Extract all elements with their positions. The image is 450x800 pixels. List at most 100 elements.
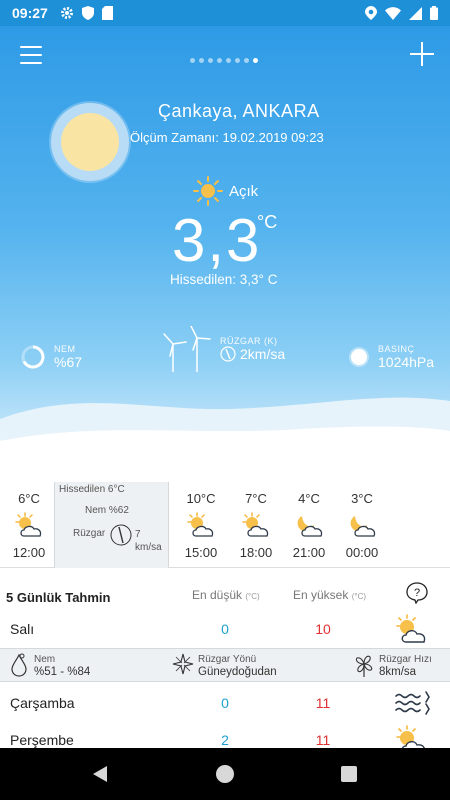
forecast-day: Salı [10,621,35,637]
help-icon[interactable]: ? [406,582,428,604]
forecast-row[interactable]: Salı 0 10 [0,612,450,646]
pinwheel-icon [355,655,373,677]
hourly-forecast[interactable]: 6°C 12:00 Hissedilen 6°C Nem %62 Rüzgar … [0,471,450,568]
hourly-temp: 3°C [351,491,373,506]
pressure-icon [349,347,369,367]
pressure-value: 1024hPa [378,354,435,370]
sun-icon [193,176,223,206]
hourly-wind-number: 7 [135,529,141,540]
hourly-detail-panel: Hissedilen 6°C Nem %62 Rüzgar 7 km/sa [54,482,169,568]
location-icon [365,6,377,20]
feels-like: Hissedilen: 3,3° C [170,272,278,287]
high-unit: (°C) [351,592,367,601]
temperature-unit: °C [257,212,278,232]
forecast-high: 11 [315,695,331,711]
recent-apps-icon[interactable] [341,766,357,782]
forecast-day-detail: Nem %51 - %84 Rüzgar Yönü Güneydoğudan Rüz… [0,648,450,682]
hourly-item[interactable]: 4°C 21:00 [282,471,336,560]
forecast-day: Çarşamba [10,695,75,711]
page-dot-active [253,58,258,63]
wind-waves-icon [395,691,430,715]
detail-humidity-label: Nem [34,654,56,665]
detail-wind-speed-label: Rüzgar Hızı [379,654,432,665]
hourly-wind-label: Rüzgar [73,528,106,539]
hourly-item[interactable]: 3°C 00:00 [335,471,389,560]
droplet-icon [11,653,27,677]
menu-icon-line [20,54,42,56]
detail-wind-direction-value: Güneydoğudan [198,666,277,678]
detail-wind-speed-value: 8km/sa [379,666,417,678]
hourly-item[interactable]: 10°C 15:00 [174,471,228,560]
wind-turbine-icon [163,326,211,372]
moon-cloud-icon [350,516,376,537]
back-icon[interactable] [91,765,109,783]
detail-humidity: Nem %51 - %84 [10,653,90,680]
hourly-humidity: Nem %62 [85,505,129,516]
status-time: 09:27 [12,5,48,21]
humidity-value: %67 [54,354,83,370]
wave-decoration [0,397,450,471]
svg-text:?: ? [414,587,420,599]
sun-cloud-icon [396,614,426,643]
current-temperature: 3,3 [172,207,262,274]
condition: Açık [193,176,258,206]
home-icon[interactable] [216,765,234,783]
forecast-low-header: En düşük (°C) [192,588,260,602]
low-unit: (°C) [245,592,260,601]
hourly-wind-unit: km/sa [135,542,162,553]
humidity-stat: NEM %67 [20,344,82,370]
page-dot [199,58,204,63]
forecast-row[interactable]: Çarşamba 0 11 [0,686,450,720]
status-bar: 09:27 [0,0,450,26]
current-weather-panel: Çankaya, ANKARA Ölçüm Zamanı: 19.02.2019… [0,26,450,471]
wind-value-row: 2km/sa [220,346,285,362]
hourly-item[interactable]: 6°C 12:00 [2,471,56,560]
page-indicator[interactable] [190,58,258,63]
hourly-temp: 6°C [18,491,40,506]
humidity-ring-icon [21,345,45,369]
forecast-low: 0 [221,621,229,637]
hourly-item[interactable]: 7°C 18:00 [229,471,283,560]
pressure-label: BASINÇ [378,344,415,354]
detail-wind-speed: Rüzgar Hızı 8km/sa [353,653,432,680]
condition-label: Açık [229,182,259,200]
menu-button[interactable] [20,46,42,64]
pressure-stat: BASINÇ 1024hPa [348,344,434,370]
page-dot [217,58,222,63]
forecast-header: 5 Günlük Tahmin En düşük (°C) En yüksek … [0,568,450,616]
measure-time: Ölçüm Zamanı: 19.02.2019 09:23 [130,130,324,145]
forecast-low: 2 [221,732,229,748]
forecast-high: 10 [315,621,331,637]
hourly-hour: 21:00 [292,545,326,560]
hourly-hour: 15:00 [184,545,218,560]
hourly-hour: 18:00 [239,545,273,560]
page-dot [208,58,213,63]
wind-stat: RÜZGAR (K) 2km/sa [160,326,285,372]
forecast-low: 0 [221,695,229,711]
compass-icon [172,653,194,675]
shield-icon [81,6,94,20]
wind-direction-icon [110,524,132,546]
moon-cloud-icon [297,516,323,537]
page-dot [244,58,249,63]
menu-icon-line [20,62,42,64]
hourly-wind-value: 7 km/sa [135,528,162,554]
sun-cloud-icon [187,512,214,537]
humidity-label: NEM [54,344,76,354]
forecast-title: 5 Günlük Tahmin [6,590,111,605]
forecast-high: 11 [315,732,331,748]
hourly-temp: 10°C [186,491,216,506]
add-location-button[interactable] [410,42,434,66]
hourly-temp: 4°C [298,491,320,506]
battery-icon [430,6,438,20]
page-dot [190,58,195,63]
wifi-icon [385,6,401,20]
hourly-hour: 12:00 [12,545,46,560]
gear-icon [60,7,73,19]
high-header-text: En yüksek [293,588,349,602]
sd-card-icon [101,6,113,20]
detail-humidity-value: %51 - %84 [34,666,91,678]
sun-cloud-icon [15,512,42,537]
location-title: Çankaya, ANKARA [158,101,320,121]
page-dot [226,58,231,63]
